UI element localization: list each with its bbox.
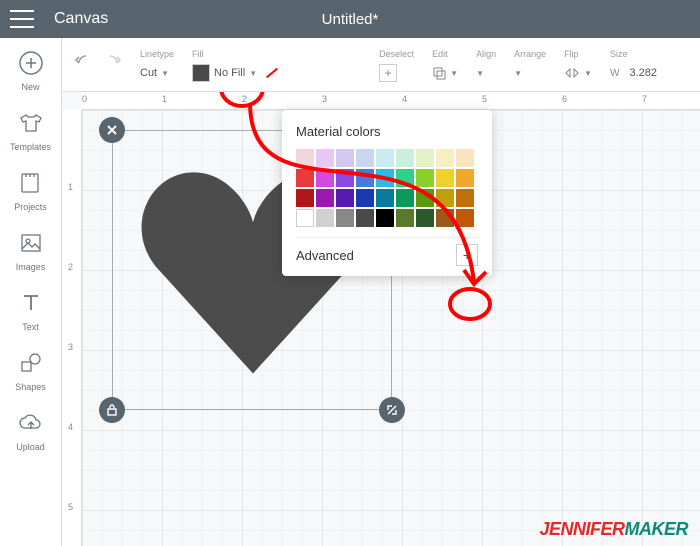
color-swatch[interactable] [316, 189, 334, 207]
sidebar-item-label: Projects [14, 202, 47, 212]
shapes-icon [16, 348, 46, 378]
color-swatch[interactable] [396, 209, 414, 227]
size-width-value[interactable]: 3.282 [629, 67, 657, 79]
color-swatches [296, 149, 478, 227]
color-swatch[interactable] [396, 189, 414, 207]
plus-circle-icon [16, 48, 46, 78]
color-swatch[interactable] [336, 189, 354, 207]
resize-handle[interactable] [379, 397, 405, 423]
color-swatch[interactable] [416, 189, 434, 207]
sidebar-item-new[interactable]: New [16, 48, 46, 92]
color-swatch[interactable] [396, 169, 414, 187]
color-swatch[interactable] [456, 189, 474, 207]
color-swatch[interactable] [376, 189, 394, 207]
popup-title: Material colors [296, 124, 478, 139]
redo-icon[interactable] [102, 52, 122, 72]
sidebar-item-label: Templates [10, 142, 51, 152]
color-swatch[interactable] [356, 149, 374, 167]
sidebar-item-text[interactable]: Text [16, 288, 46, 332]
ruler-vertical: 12345 [62, 110, 82, 546]
color-swatch[interactable] [376, 149, 394, 167]
color-swatch[interactable] [316, 169, 334, 187]
sidebar-item-images[interactable]: Images [16, 228, 46, 272]
color-swatch[interactable] [336, 209, 354, 227]
image-icon [16, 228, 46, 258]
color-swatch[interactable] [436, 169, 454, 187]
color-swatch[interactable] [456, 209, 474, 227]
material-colors-popup: Material colors Advanced + [282, 110, 492, 276]
deselect-control[interactable]: Deselect + [379, 49, 414, 85]
color-swatch[interactable] [416, 149, 434, 167]
color-swatch[interactable] [416, 169, 434, 187]
color-swatch[interactable] [316, 149, 334, 167]
flip-control[interactable]: Flip ▼ [564, 49, 592, 85]
color-swatch[interactable] [296, 209, 314, 227]
advanced-label: Advanced [296, 248, 354, 263]
hamburger-menu[interactable] [10, 10, 34, 28]
sidebar-item-label: Images [16, 262, 46, 272]
color-swatch[interactable] [356, 169, 374, 187]
color-swatch[interactable] [456, 169, 474, 187]
left-sidebar: New Templates Projects Images Text Shape… [0, 38, 62, 546]
color-swatch[interactable] [436, 209, 454, 227]
fill-control[interactable]: Fill No Fill▼ [192, 49, 283, 85]
shirt-icon [16, 108, 46, 138]
color-swatch[interactable] [376, 169, 394, 187]
color-swatch[interactable] [336, 149, 354, 167]
sidebar-item-templates[interactable]: Templates [10, 108, 51, 152]
fill-swatch[interactable] [192, 64, 210, 82]
color-swatch[interactable] [296, 189, 314, 207]
notebook-icon [15, 168, 45, 198]
undo-icon[interactable] [74, 52, 94, 72]
chevron-down-icon: ▼ [584, 69, 592, 78]
advanced-expand-button[interactable]: + [456, 244, 478, 266]
document-title[interactable]: Untitled* [322, 11, 379, 28]
color-swatch[interactable] [296, 169, 314, 187]
text-icon [16, 288, 46, 318]
sidebar-item-upload[interactable]: Upload [16, 408, 46, 452]
cloud-upload-icon [16, 408, 46, 438]
sidebar-item-label: Shapes [15, 382, 46, 392]
chevron-down-icon: ▼ [450, 69, 458, 78]
sidebar-item-projects[interactable]: Projects [14, 168, 47, 212]
canvas-grid[interactable]: Material colors Advanced + [82, 110, 700, 546]
edit-control[interactable]: Edit ▼ [432, 49, 458, 85]
chevron-down-icon: ▼ [476, 69, 484, 78]
color-swatch[interactable] [396, 149, 414, 167]
align-control: Align ▼ [476, 49, 496, 85]
sidebar-item-label: New [21, 82, 39, 92]
linetype-control[interactable]: Linetype Cut▼ [140, 49, 174, 85]
chevron-down-icon: ▼ [249, 69, 257, 78]
sidebar-item-label: Text [22, 322, 39, 332]
color-swatch[interactable] [356, 209, 374, 227]
size-control[interactable]: Size W 3.282 [610, 49, 657, 85]
color-swatch[interactable] [416, 209, 434, 227]
sidebar-item-label: Upload [16, 442, 45, 452]
toolbar: Linetype Cut▼ Fill No Fill▼ Deselect + E… [62, 38, 700, 92]
color-swatch[interactable] [296, 149, 314, 167]
delete-handle[interactable] [99, 117, 125, 143]
chevron-down-icon: ▼ [161, 69, 169, 78]
color-swatch[interactable] [436, 149, 454, 167]
deselect-button[interactable]: + [379, 64, 397, 82]
edit-icon [432, 66, 446, 80]
color-swatch[interactable] [376, 209, 394, 227]
ruler-horizontal: 01234567 [82, 92, 700, 110]
sidebar-item-shapes[interactable]: Shapes [15, 348, 46, 392]
color-swatch[interactable] [456, 149, 474, 167]
color-swatch[interactable] [336, 169, 354, 187]
color-swatch[interactable] [436, 189, 454, 207]
canvas[interactable]: 01234567 12345 Material colors Advanced … [62, 92, 700, 546]
color-swatch[interactable] [316, 209, 334, 227]
flip-icon [564, 66, 580, 80]
arrange-control: Arrange ▼ [514, 49, 546, 85]
app-title: Canvas [54, 10, 108, 28]
no-fill-icon [266, 68, 278, 79]
watermark: JENNIFERMAKER [539, 519, 688, 540]
chevron-down-icon: ▼ [514, 69, 522, 78]
color-swatch[interactable] [356, 189, 374, 207]
lock-handle[interactable] [99, 397, 125, 423]
